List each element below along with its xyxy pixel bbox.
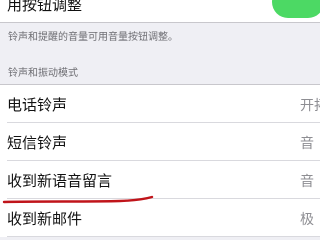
sound-list: 电话铃声 开拓 短信铃声 音 收到新语音留言 音 收到新邮件 极	[0, 84, 320, 237]
new-mail-row[interactable]: 收到新邮件 极	[0, 199, 320, 237]
row-value: 极	[300, 212, 314, 228]
text-tone-row[interactable]: 短信铃声 音	[0, 123, 320, 161]
use-buttons-label: 用按钮调整	[7, 0, 83, 14]
row-label: 收到新邮件	[7, 210, 83, 228]
volume-footer-note: 铃声和提醒的音量可用音量按钮调整。	[8, 32, 178, 43]
row-value: 音	[300, 174, 314, 190]
ringtone-vibration-section-header: 铃声和振动模式	[8, 68, 78, 79]
use-buttons-setting-row[interactable]: 用按钮调整	[0, 0, 320, 22]
row-label: 收到新语音留言	[7, 172, 113, 190]
row-value: 开拓	[300, 98, 320, 114]
row-label: 短信铃声	[7, 134, 68, 152]
use-buttons-toggle[interactable]	[272, 0, 320, 18]
row-value: 音	[300, 136, 314, 152]
new-voicemail-row[interactable]: 收到新语音留言 音	[0, 161, 320, 199]
ringtone-row[interactable]: 电话铃声 开拓	[0, 85, 320, 123]
separator	[0, 22, 320, 23]
row-label: 电话铃声	[7, 96, 68, 114]
